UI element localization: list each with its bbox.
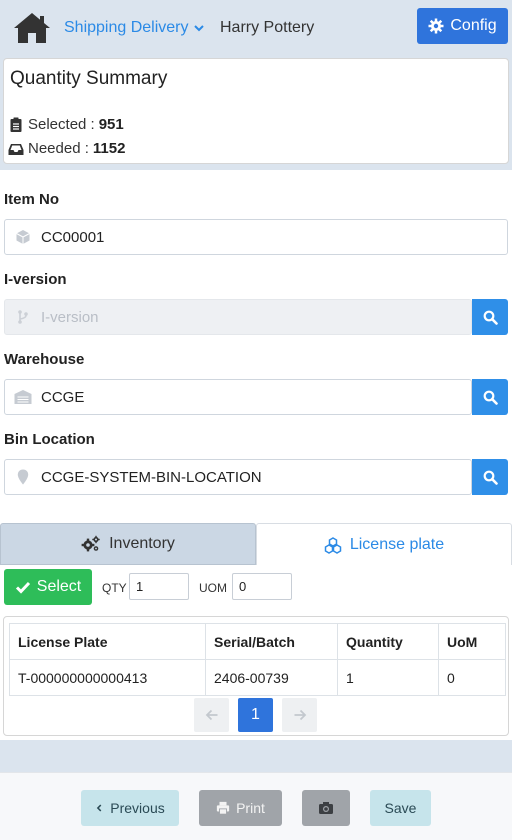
item-form: Item No CC00001 I-version I-version Ware… — [0, 170, 512, 516]
qty-input[interactable]: 1 — [129, 573, 189, 600]
cell-uom: 0 — [438, 659, 506, 696]
bin-location-search-button[interactable] — [472, 459, 508, 495]
warehouse-label: Warehouse — [4, 351, 85, 368]
column-header-uom[interactable]: UoM — [438, 623, 506, 660]
item-no-label: Item No — [4, 191, 60, 208]
i-version-label: I-version — [4, 271, 67, 288]
user-name: Harry Pottery — [220, 19, 315, 36]
camera-button[interactable] — [302, 790, 350, 826]
search-icon — [483, 310, 498, 325]
tab-inventory-label: Inventory — [109, 535, 175, 552]
uom-input[interactable]: 0 — [232, 573, 292, 600]
needed-row: Needed : 1152 — [8, 140, 125, 157]
nav-dropdown-label: Shipping Delivery — [64, 19, 189, 36]
print-icon — [216, 801, 230, 815]
warehouse-value: CCGE — [41, 388, 85, 406]
page-prev-button[interactable] — [194, 698, 229, 732]
cell-quantity: 1 — [337, 659, 439, 696]
chevron-left-icon — [97, 804, 102, 812]
save-button[interactable]: Save — [370, 790, 431, 826]
search-icon — [483, 390, 498, 405]
warehouse-icon — [5, 380, 41, 414]
qty-label: QTY — [102, 581, 127, 595]
i-version-placeholder: I-version — [41, 308, 99, 326]
previous-button[interactable]: Previous — [81, 790, 179, 826]
item-no-value: CC00001 — [41, 228, 105, 246]
print-button[interactable]: Print — [199, 790, 282, 826]
page-current-button[interactable]: 1 — [238, 698, 273, 732]
warehouse-search-button[interactable] — [472, 379, 508, 415]
gear-icon — [428, 18, 444, 34]
cube-icon — [5, 220, 41, 254]
inbox-icon — [8, 143, 24, 155]
page-next-button[interactable] — [282, 698, 317, 732]
i-version-search-button[interactable] — [472, 299, 508, 335]
arrow-left-icon — [205, 709, 217, 721]
shipping-delivery-dropdown[interactable]: Shipping Delivery — [64, 19, 205, 37]
branch-icon — [5, 300, 41, 334]
needed-value: 1152 — [92, 140, 126, 157]
selected-row: Selected : 951 — [8, 116, 124, 133]
save-label: Save — [384, 800, 417, 816]
table-row[interactable]: T-000000000000413 2406-00739 1 0 — [9, 659, 506, 696]
bin-location-label: Bin Location — [4, 431, 95, 448]
column-header-license-plate[interactable]: License Plate — [9, 623, 206, 660]
uom-label: UOM — [199, 581, 227, 595]
footer-bar: Previous Print Save — [0, 772, 512, 840]
clipboard-icon — [10, 117, 22, 132]
camera-icon — [319, 802, 333, 814]
selected-value: 951 — [98, 116, 124, 133]
arrow-right-icon — [294, 709, 306, 721]
bin-location-value: CCGE-SYSTEM-BIN-LOCATION — [41, 468, 262, 486]
bin-location-field[interactable]: CCGE-SYSTEM-BIN-LOCATION — [4, 459, 472, 495]
license-plate-table: License Plate Serial/Batch Quantity UoM … — [9, 623, 506, 696]
check-icon — [15, 581, 30, 594]
select-label: Select — [36, 578, 82, 595]
home-icon[interactable] — [12, 10, 52, 46]
previous-label: Previous — [110, 800, 165, 816]
tab-inventory[interactable]: Inventory — [0, 523, 256, 565]
warehouse-field[interactable]: CCGE — [4, 379, 472, 415]
cogs-icon — [81, 535, 100, 552]
cell-license-plate: T-000000000000413 — [9, 659, 206, 696]
map-marker-icon — [5, 460, 41, 494]
tab-license-plate[interactable]: License plate — [256, 523, 512, 565]
select-button[interactable]: Select — [4, 569, 92, 605]
i-version-field[interactable]: I-version — [4, 299, 472, 335]
print-label: Print — [236, 800, 265, 816]
chevron-down-icon — [193, 25, 204, 32]
summary-title: Quantity Summary — [10, 68, 168, 89]
pagination: 1 — [0, 698, 512, 732]
column-header-serial-batch[interactable]: Serial/Batch — [205, 623, 338, 660]
item-no-field[interactable]: CC00001 — [4, 219, 508, 255]
needed-label: Needed : — [28, 140, 89, 157]
selected-label: Selected : — [28, 116, 95, 133]
cell-serial-batch: 2406-00739 — [205, 659, 338, 696]
search-icon — [483, 470, 498, 485]
config-button[interactable]: Config — [417, 8, 508, 44]
top-header: Shipping Delivery Harry Pottery Config — [0, 0, 512, 56]
tab-license-plate-label: License plate — [349, 535, 445, 553]
config-label: Config — [450, 17, 497, 34]
cubes-icon — [324, 536, 342, 554]
column-header-quantity[interactable]: Quantity — [337, 623, 439, 660]
quantity-summary-card: Quantity Summary Selected : 951 Needed :… — [3, 58, 509, 164]
